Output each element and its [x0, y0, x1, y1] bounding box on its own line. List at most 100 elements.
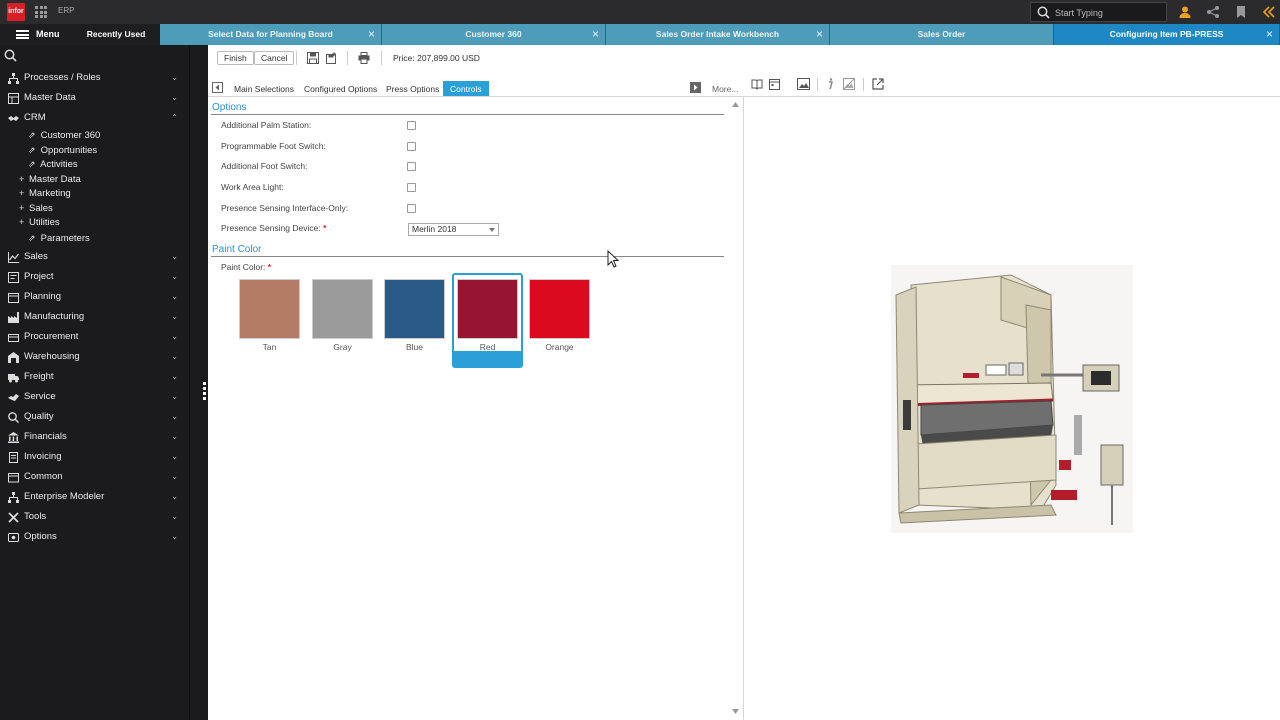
mouse-cursor-icon [607, 250, 619, 268]
close-icon[interactable]: × [368, 24, 375, 45]
tab-customer-360[interactable]: Customer 360 × [382, 24, 606, 45]
image-icon[interactable] [797, 78, 810, 90]
nav-label: Financials [24, 431, 67, 442]
sidebar-subitem-parameters[interactable]: ⇗ Parameters [28, 231, 90, 246]
nav-label: Quality [24, 411, 54, 422]
app-switcher-icon[interactable] [35, 6, 47, 18]
work-area-light-label: Work Area Light: [221, 182, 284, 192]
share-icon[interactable] [1206, 5, 1220, 19]
sidebar-item-common[interactable]: Common ⌄ [0, 467, 189, 487]
sidebar-subitem-customer-360[interactable]: ⇗ Customer 360 [28, 128, 100, 143]
cart-icon [8, 334, 19, 342]
sidebar-item-freight[interactable]: Freight ⌄ [0, 367, 189, 387]
tab-configured-options[interactable]: Configured Options [304, 81, 377, 97]
sidebar-item-financials[interactable]: Financials ⌄ [0, 427, 189, 447]
resize-grip-icon[interactable] [203, 382, 206, 400]
info-icon[interactable] [826, 78, 834, 90]
sidebar-subitem-activities[interactable]: ⇗ Activities [28, 157, 78, 172]
search-input[interactable] [1055, 6, 1163, 19]
image-off-icon[interactable] [843, 78, 855, 90]
work-area-light-checkbox[interactable] [407, 183, 416, 192]
tab-sales-order-intake[interactable]: Sales Order Intake Workbench × [606, 24, 830, 45]
global-search[interactable] [1030, 2, 1167, 22]
next-tab-icon[interactable] [690, 82, 701, 93]
save-as-icon[interactable] [326, 52, 338, 64]
hamburger-icon [16, 30, 29, 39]
swatch-gray[interactable]: Gray [312, 279, 373, 352]
sidebar-subitem-sales[interactable]: + Sales [19, 201, 53, 216]
calendar-icon[interactable] [769, 78, 780, 90]
swatch-color [457, 279, 518, 339]
sidebar-item-invoicing[interactable]: Invoicing ⌄ [0, 447, 189, 467]
swatch-red[interactable]: Red [457, 279, 518, 352]
app-name: ERP [58, 6, 75, 15]
sidebar-item-project[interactable]: Project ⌄ [0, 267, 189, 287]
menu-button[interactable]: Menu [0, 24, 72, 45]
sidebar-item-master-data[interactable]: Master Data ⌄ [0, 88, 189, 108]
save-icon[interactable] [307, 52, 319, 64]
collapse-panel-icon[interactable] [1262, 5, 1276, 19]
options-scrollbar[interactable] [728, 97, 742, 720]
sidebar-item-warehousing[interactable]: Warehousing ⌄ [0, 347, 189, 367]
sidebar-item-procurement[interactable]: Procurement ⌄ [0, 327, 189, 347]
tab-press-options[interactable]: Press Options [386, 81, 439, 97]
book-icon[interactable] [751, 78, 763, 90]
chevron-down-icon [489, 228, 495, 232]
tab-controls[interactable]: Controls [443, 81, 489, 97]
print-icon[interactable] [358, 52, 370, 64]
programmable-foot-switch-checkbox[interactable] [407, 142, 416, 151]
bookmark-icon[interactable] [1234, 5, 1248, 19]
sidebar-subitem-master-data[interactable]: + Master Data [19, 172, 81, 187]
presence-sensing-interface-checkbox[interactable] [407, 204, 416, 213]
close-icon[interactable]: × [592, 24, 599, 45]
sidebar-item-processes-roles[interactable]: Processes / Roles ⌄ [0, 68, 189, 88]
infor-logo[interactable]: infor [7, 3, 25, 21]
sidebar-item-service[interactable]: Service ⌄ [0, 387, 189, 407]
close-icon[interactable]: × [816, 24, 823, 45]
presence-sensing-device-select[interactable]: Merlin 2018 [408, 223, 499, 236]
sidebar-item-tools[interactable]: Tools ⌄ [0, 507, 189, 527]
swatch-orange[interactable]: Orange [529, 279, 590, 352]
tab-label: Sales Order Intake Workbench [655, 29, 780, 39]
recently-used-button[interactable]: Recently Used [72, 24, 160, 45]
previous-tab-icon[interactable] [212, 82, 223, 93]
pop-out-icon[interactable] [872, 78, 884, 90]
scroll-down-icon[interactable] [732, 709, 739, 714]
tab-label: Sales Order [917, 29, 966, 39]
plus-icon: + [19, 217, 25, 227]
paint-color-label-text: Paint Color: [221, 262, 266, 272]
tab-main-selections[interactable]: Main Selections [234, 81, 294, 97]
swatch-tan[interactable]: Tan [239, 279, 300, 352]
user-icon[interactable] [1178, 5, 1192, 19]
chevron-down-icon: ⌄ [171, 93, 178, 102]
additional-palm-station-checkbox[interactable] [407, 121, 416, 130]
tab-select-data[interactable]: Select Data for Planning Board × [160, 24, 382, 45]
chevron-down-icon: ⌄ [171, 452, 178, 461]
sidebar-subitem-marketing[interactable]: + Marketing [19, 186, 71, 201]
chevron-down-icon: ⌄ [171, 252, 178, 261]
sidebar-item-planning[interactable]: Planning ⌄ [0, 287, 189, 307]
scroll-up-icon[interactable] [732, 102, 739, 107]
presence-sensing-interface-label: Presence Sensing Interface-Only: [221, 203, 349, 213]
sidebar-item-sales[interactable]: Sales ⌄ [0, 247, 189, 267]
tab-sales-order[interactable]: Sales Order [830, 24, 1054, 45]
sidebar-item-options[interactable]: Options ⌄ [0, 527, 189, 547]
sidebar-search-icon[interactable] [4, 49, 17, 62]
close-icon[interactable]: × [1266, 24, 1273, 45]
tab-configuring-item[interactable]: Configuring Item PB-PRESS × [1054, 24, 1280, 45]
database-icon [8, 93, 19, 104]
more-tabs-button[interactable]: More... [712, 81, 738, 97]
sidebar-subitem-opportunities[interactable]: ⇗ Opportunities [28, 143, 97, 158]
swatch-blue[interactable]: Blue [384, 279, 445, 352]
swatch-color [239, 279, 300, 339]
hierarchy-icon [8, 73, 19, 84]
sidebar-item-manufacturing[interactable]: Manufacturing ⌄ [0, 307, 189, 327]
chevron-down-icon: ⌄ [171, 492, 178, 501]
sidebar-item-enterprise-modeler[interactable]: Enterprise Modeler ⌄ [0, 487, 189, 507]
additional-foot-switch-checkbox[interactable] [407, 162, 416, 171]
sidebar-subitem-utilities[interactable]: + Utilities [19, 215, 60, 230]
sidebar-item-crm[interactable]: CRM ⌃ [0, 108, 189, 128]
finish-button[interactable]: Finish [217, 51, 254, 65]
sidebar-item-quality[interactable]: Quality ⌄ [0, 407, 189, 427]
cancel-button[interactable]: Cancel [254, 51, 295, 65]
